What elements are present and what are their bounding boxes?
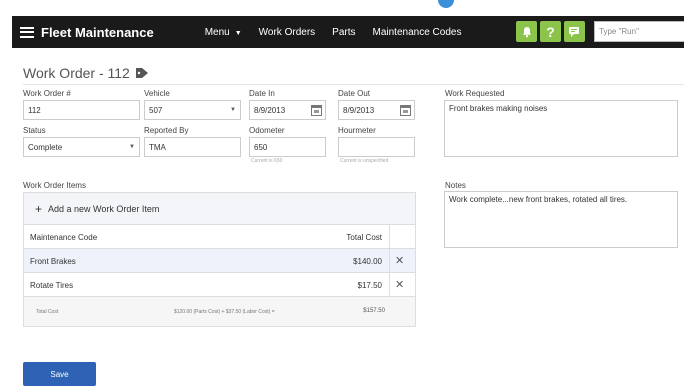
odometer-value: 650 [254, 142, 268, 152]
status-label: Status [23, 126, 46, 135]
date-out-value: 8/9/2013 [343, 105, 375, 115]
date-in-field[interactable]: 8/9/2013 [249, 100, 326, 120]
work-requested-label: Work Requested [445, 89, 505, 98]
caret-down-icon: ▼ [230, 107, 236, 113]
reported-by-field[interactable]: TMA [144, 137, 241, 157]
table-row[interactable]: Front Brakes $140.00 ✕ [24, 249, 415, 273]
date-out-field[interactable]: 8/9/2013 [338, 100, 415, 120]
calendar-icon[interactable] [311, 104, 322, 116]
work-order-label: Work Order # [23, 89, 71, 98]
top-navbar: Fleet Maintenance Menu ▼ Work Orders Part… [12, 16, 684, 48]
tag-icon [135, 68, 148, 78]
column-header-maintenance-code: Maintenance Code [30, 233, 98, 242]
vehicle-select[interactable]: 507 ▼ [144, 100, 241, 120]
total-cost-value: $157.50 [363, 308, 385, 314]
add-work-order-item-button[interactable]: + Add a new Work Order Item [24, 193, 415, 225]
work-order-value: 112 [28, 105, 41, 115]
hourmeter-label: Hourmeter [338, 126, 376, 135]
hourmeter-field[interactable] [338, 137, 415, 157]
column-header-total-cost: Total Cost [346, 233, 382, 242]
remove-item-icon[interactable]: ✕ [395, 278, 404, 291]
date-in-value: 8/9/2013 [254, 105, 286, 115]
reported-by-value: TMA [149, 142, 166, 152]
save-button[interactable]: Save [23, 362, 96, 386]
help-icon[interactable]: ? [540, 21, 561, 42]
row-maintenance-code: Front Brakes [30, 257, 76, 266]
table-row[interactable]: Rotate Tires $17.50 ✕ [24, 273, 415, 297]
nav-item-menu-label: Menu [204, 26, 230, 38]
odometer-hint: Current is 650 [251, 158, 283, 164]
odometer-field[interactable]: 650 [249, 137, 326, 157]
add-item-label: Add a new Work Order Item [48, 203, 160, 214]
row-total-cost: $140.00 [353, 257, 382, 266]
column-divider [389, 225, 390, 297]
status-select[interactable]: Complete ▼ [23, 137, 140, 157]
work-order-field[interactable]: 112 [23, 100, 140, 120]
notes-textarea[interactable]: Work complete...new front brakes, rotate… [444, 191, 678, 248]
total-cost-label: Total Cost [36, 309, 59, 315]
hourmeter-hint: Current is unspecified [340, 158, 389, 164]
nav-item-parts[interactable]: Parts [332, 27, 355, 38]
calendar-icon[interactable] [400, 104, 411, 116]
nav-item-maintenance-codes[interactable]: Maintenance Codes [373, 27, 462, 38]
work-order-items-label: Work Order Items [23, 181, 86, 190]
page-title-text: Work Order - 112 [23, 65, 130, 81]
notes-label: Notes [445, 181, 466, 190]
date-in-label: Date In [249, 89, 275, 98]
nav-indicator-dot [438, 0, 454, 8]
bell-icon[interactable] [516, 21, 537, 42]
table-header-row: Maintenance Code Total Cost [24, 225, 415, 249]
vehicle-label: Vehicle [144, 89, 170, 98]
reported-by-label: Reported By [144, 126, 189, 135]
odometer-label: Odometer [249, 126, 285, 135]
page-title: Work Order - 112 [23, 65, 149, 81]
chat-icon[interactable] [564, 21, 585, 42]
nav-item-menu[interactable]: Menu ▼ [205, 27, 242, 38]
status-value: Complete [28, 142, 63, 152]
hamburger-menu-icon[interactable] [20, 26, 34, 38]
total-cost-breakdown: $120.00 (Parts Cost) + $37.50 (Labor Cos… [174, 309, 275, 315]
title-divider [23, 84, 684, 85]
search-input[interactable] [594, 21, 684, 42]
remove-item-icon[interactable]: ✕ [395, 254, 404, 267]
vehicle-value: 507 [149, 105, 163, 115]
date-out-label: Date Out [338, 89, 371, 98]
row-total-cost: $17.50 [357, 281, 382, 290]
caret-down-icon: ▼ [234, 29, 242, 37]
caret-down-icon: ▼ [129, 144, 135, 150]
nav-item-work-orders[interactable]: Work Orders [259, 27, 316, 38]
brand-title[interactable]: Fleet Maintenance [41, 25, 154, 40]
work-requested-textarea[interactable]: Front brakes making noises [444, 100, 678, 157]
row-maintenance-code: Rotate Tires [30, 281, 74, 290]
work-order-items-table: + Add a new Work Order Item Maintenance … [23, 192, 416, 327]
total-cost-row: Total Cost $120.00 (Parts Cost) + $37.50… [24, 297, 415, 326]
plus-icon: + [35, 201, 43, 216]
